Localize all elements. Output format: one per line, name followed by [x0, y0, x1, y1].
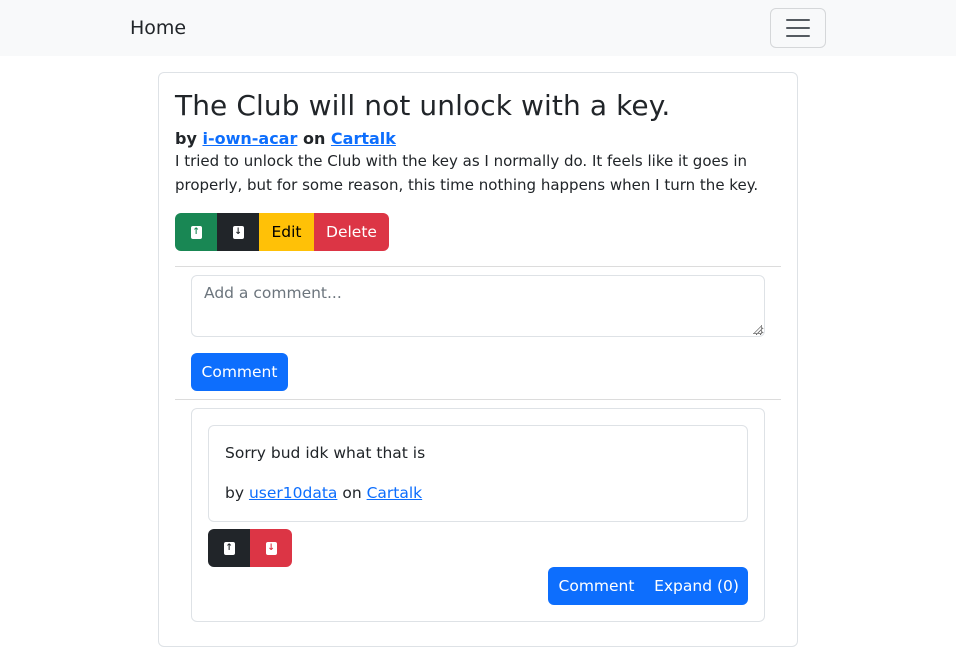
post-card: The Club will not unlock with a key. by …	[158, 72, 798, 647]
divider	[175, 399, 781, 400]
comment-community-link[interactable]: Cartalk	[367, 484, 423, 502]
comment-author-link[interactable]: user10data	[249, 484, 337, 502]
comment-upvote-button[interactable]: ↑	[208, 529, 250, 567]
comment-actions: Comment Expand (0)	[548, 567, 748, 605]
post-actions: ↑ ↓ Edit Delete	[175, 213, 389, 251]
expand-replies-button[interactable]: Expand (0)	[645, 567, 748, 605]
comment-byline: by user10data on Cartalk	[225, 484, 422, 502]
downvote-button[interactable]: ↓	[217, 213, 259, 251]
arrow-down-icon: ↓	[265, 541, 277, 555]
arrow-up-icon: ↑	[223, 541, 235, 555]
by-label: by	[225, 484, 245, 502]
post-byline: by i-own-acar on Cartalk	[175, 129, 396, 148]
post-title: The Club will not unlock with a key.	[175, 89, 671, 122]
comment-votes: ↑ ↓	[208, 529, 292, 567]
upvote-button[interactable]: ↑	[175, 213, 217, 251]
reply-comment-button[interactable]: Comment	[548, 567, 645, 605]
post-author-link[interactable]: i-own-acar	[202, 129, 297, 148]
comment-downvote-button[interactable]: ↓	[250, 529, 292, 567]
delete-button[interactable]: Delete	[314, 213, 389, 251]
divider	[175, 266, 781, 267]
arrow-up-icon: ↑	[190, 225, 202, 239]
home-link[interactable]: Home	[130, 17, 186, 39]
hamburger-menu-icon-bar	[786, 27, 810, 29]
on-label: on	[302, 129, 326, 148]
comment-card: Sorry bud idk what that is by user10data…	[208, 425, 748, 522]
navbar-toggle-button[interactable]	[770, 8, 826, 48]
submit-comment-button[interactable]: Comment	[191, 353, 288, 391]
edit-button[interactable]: Edit	[259, 213, 314, 251]
comment-thread: Sorry bud idk what that is by user10data…	[191, 408, 765, 622]
comment-text: Sorry bud idk what that is	[225, 444, 426, 462]
arrow-down-icon: ↓	[232, 225, 244, 239]
post-community-link[interactable]: Cartalk	[331, 129, 396, 148]
hamburger-menu-icon	[786, 19, 810, 21]
by-label: by	[175, 129, 197, 148]
hamburger-menu-icon-bar	[786, 35, 810, 37]
comment-input[interactable]	[191, 275, 765, 337]
navbar: Home	[0, 0, 956, 56]
post-body: I tried to unlock the Club with the key …	[175, 152, 759, 194]
on-label: on	[342, 484, 362, 502]
